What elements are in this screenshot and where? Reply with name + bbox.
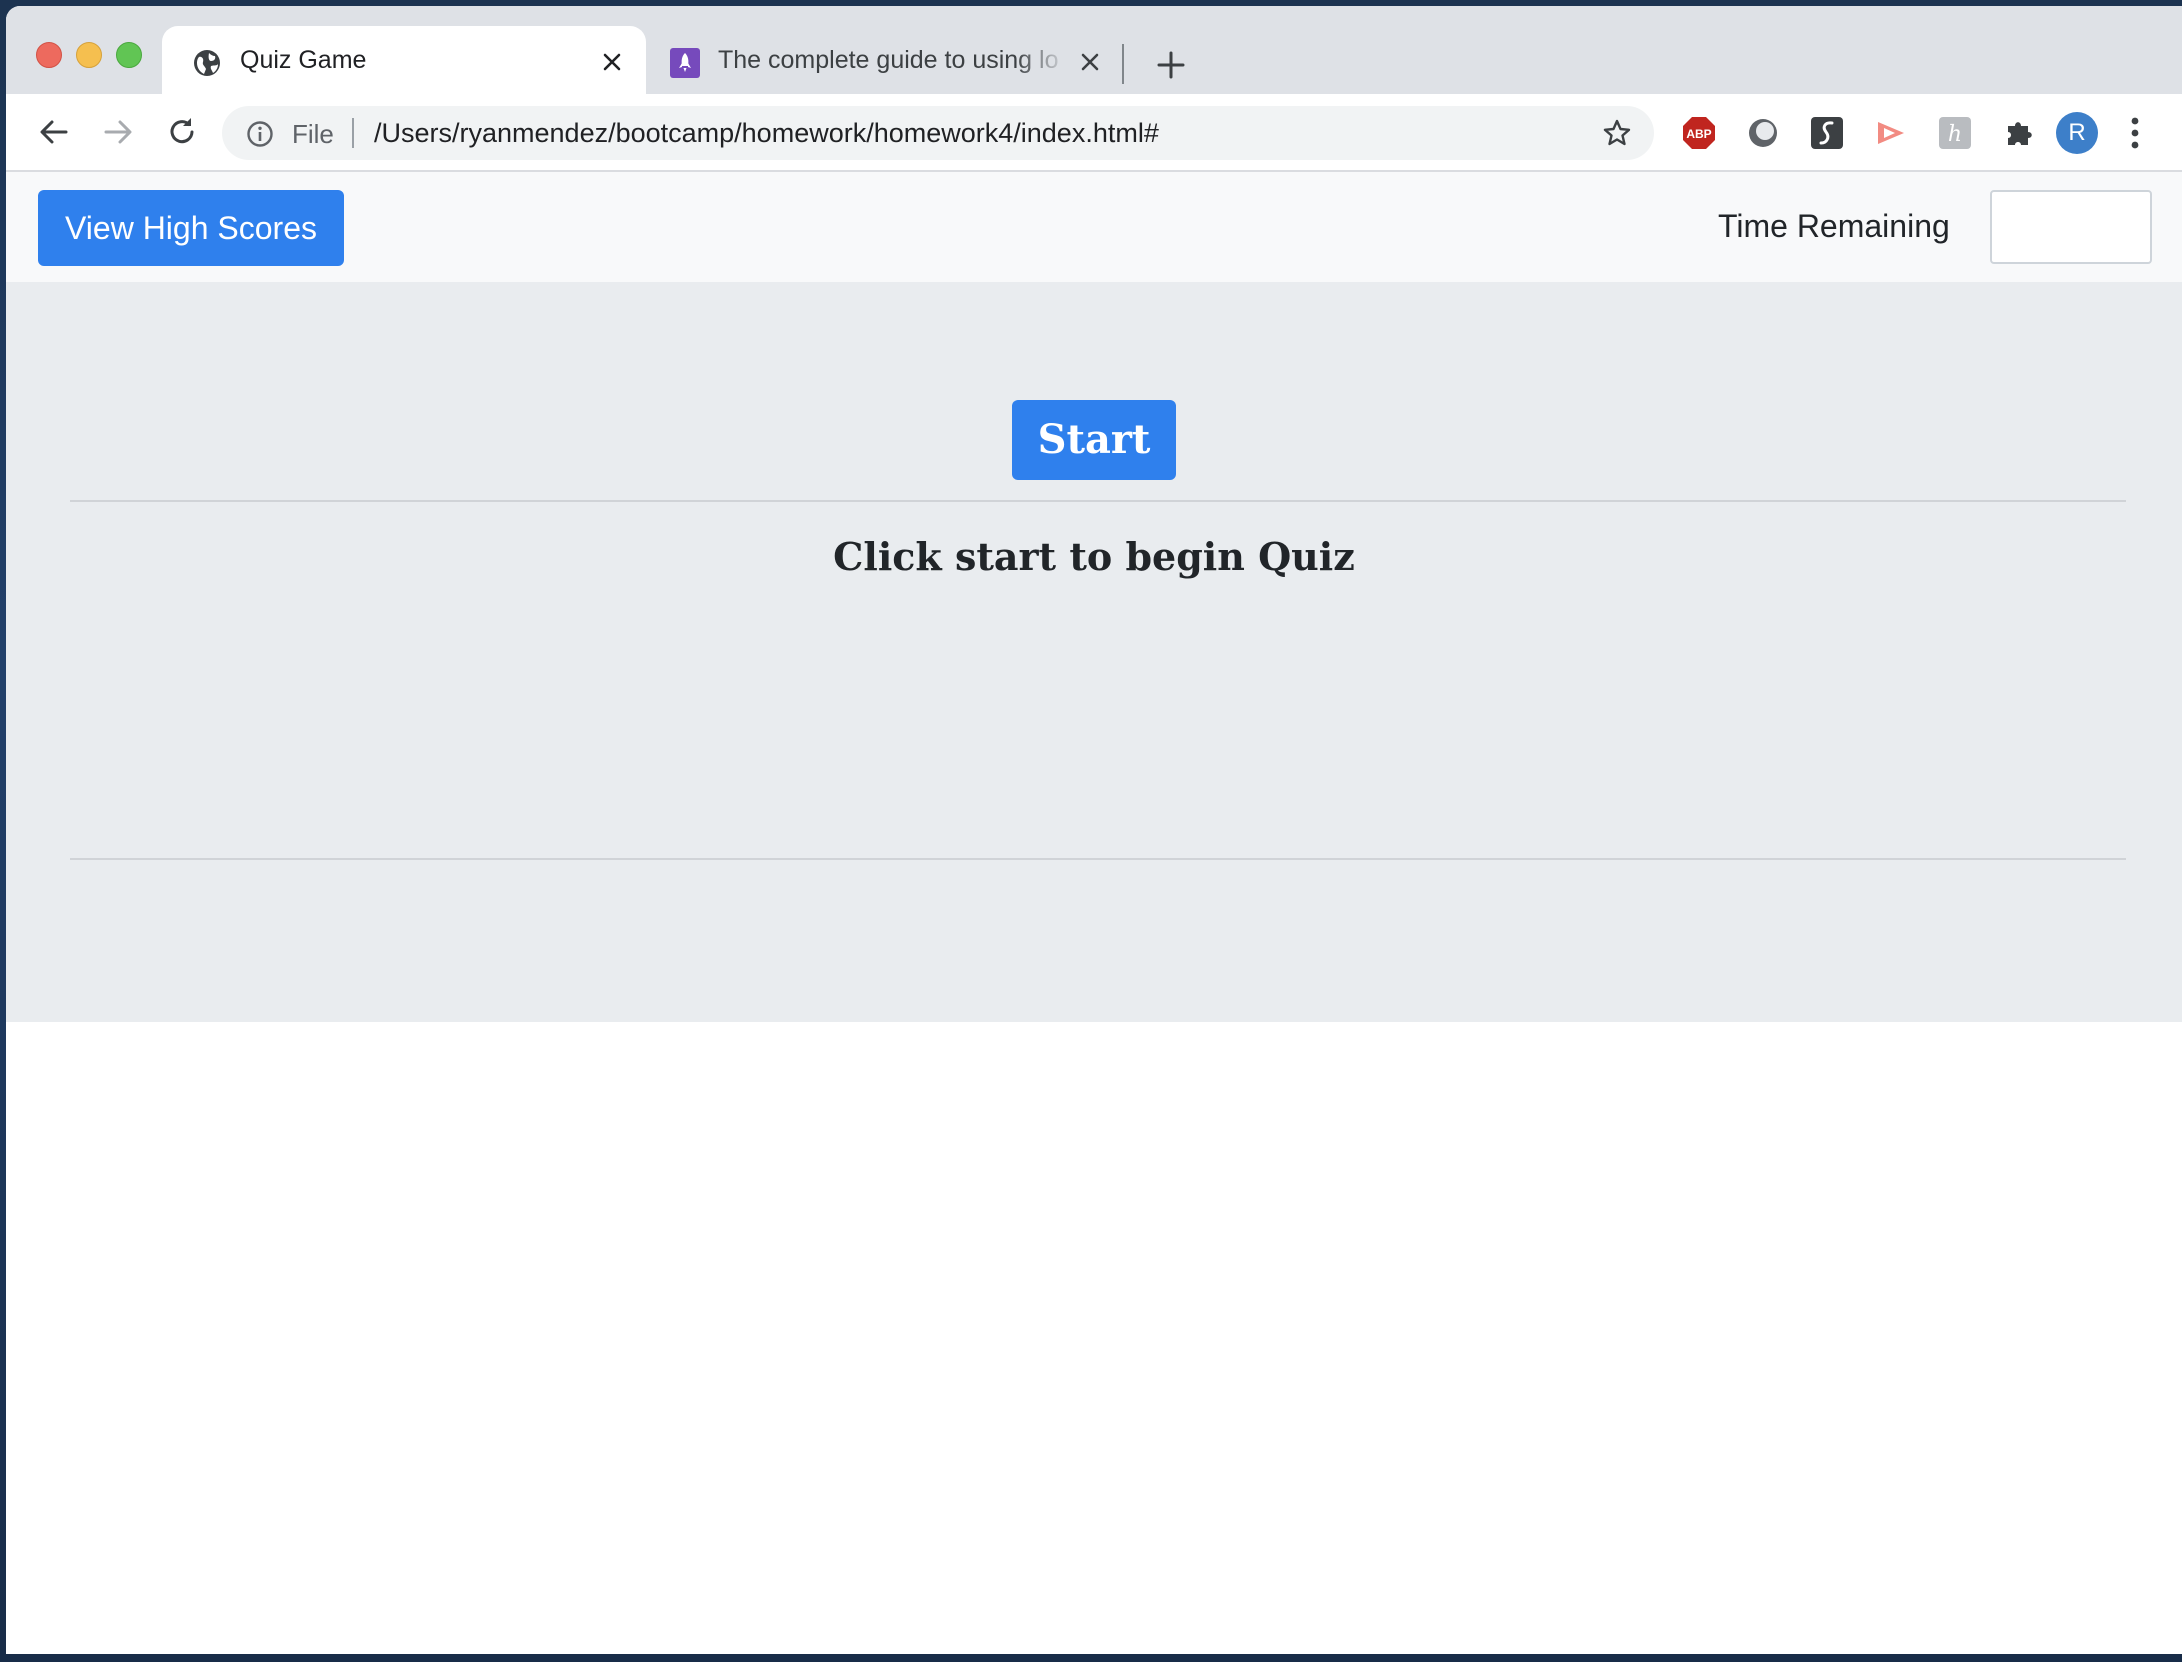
quiz-panel: Start Click start to begin Quiz	[6, 282, 2182, 1022]
circle-extension-icon[interactable]	[1746, 116, 1780, 150]
top-navbar: View High Scores Time Remaining	[6, 172, 2182, 282]
bookmark-star-icon[interactable]	[1602, 118, 1632, 148]
tab-strip: Quiz Game The complete guide to using lo	[6, 6, 2182, 94]
tab-divider	[1122, 44, 1124, 84]
maximize-window-button[interactable]	[116, 42, 142, 68]
stylus-icon[interactable]	[1810, 116, 1844, 150]
address-bar[interactable]: File /Users/ryanmendez/bootcamp/homework…	[222, 106, 1654, 160]
divider-top	[70, 500, 2126, 502]
tab-title: The complete guide to using lo	[718, 46, 1059, 74]
minimize-window-button[interactable]	[76, 42, 102, 68]
adblock-icon[interactable]: ABP	[1682, 116, 1716, 150]
close-window-button[interactable]	[36, 42, 62, 68]
view-high-scores-button[interactable]: View High Scores	[38, 190, 344, 266]
address-separator	[352, 118, 354, 148]
close-icon[interactable]	[600, 50, 624, 74]
globe-icon	[194, 50, 220, 76]
back-arrow-icon[interactable]	[36, 114, 72, 150]
time-remaining-label: Time Remaining	[1718, 208, 1950, 244]
tab-title: Quiz Game	[240, 46, 367, 74]
svg-text:ABP: ABP	[1686, 127, 1711, 141]
quiz-instruction: Click start to begin Quiz	[833, 534, 1355, 579]
profile-avatar[interactable]: R	[2056, 112, 2098, 154]
page-content: View High Scores Time Remaining Start Cl…	[6, 172, 2182, 1654]
cast-icon[interactable]	[1874, 116, 1908, 150]
more-menu-icon[interactable]	[2130, 114, 2140, 152]
start-button[interactable]: Start	[1012, 400, 1176, 480]
puzzle-icon[interactable]	[2002, 116, 2036, 150]
svg-text:h: h	[1948, 122, 1962, 147]
close-icon[interactable]	[1078, 50, 1102, 74]
tab-quiz-game[interactable]: Quiz Game	[162, 26, 646, 94]
tab-guide[interactable]: The complete guide to using lo	[654, 26, 1124, 94]
browser-window: Quiz Game The complete guide to using lo	[6, 6, 2182, 1654]
browser-toolbar: File /Users/ryanmendez/bootcamp/homework…	[6, 94, 2182, 172]
forward-arrow-icon[interactable]	[100, 114, 136, 150]
divider-bottom	[70, 858, 2126, 860]
info-icon[interactable]	[246, 120, 274, 148]
scheme-label: File	[292, 119, 334, 149]
url-text[interactable]: /Users/ryanmendez/bootcamp/homework/home…	[374, 118, 1159, 149]
honey-icon[interactable]: h	[1938, 116, 1972, 150]
rocket-icon	[670, 48, 700, 78]
new-tab-icon[interactable]	[1156, 50, 1186, 80]
reload-icon[interactable]	[164, 114, 200, 150]
time-remaining-display	[1990, 190, 2152, 264]
